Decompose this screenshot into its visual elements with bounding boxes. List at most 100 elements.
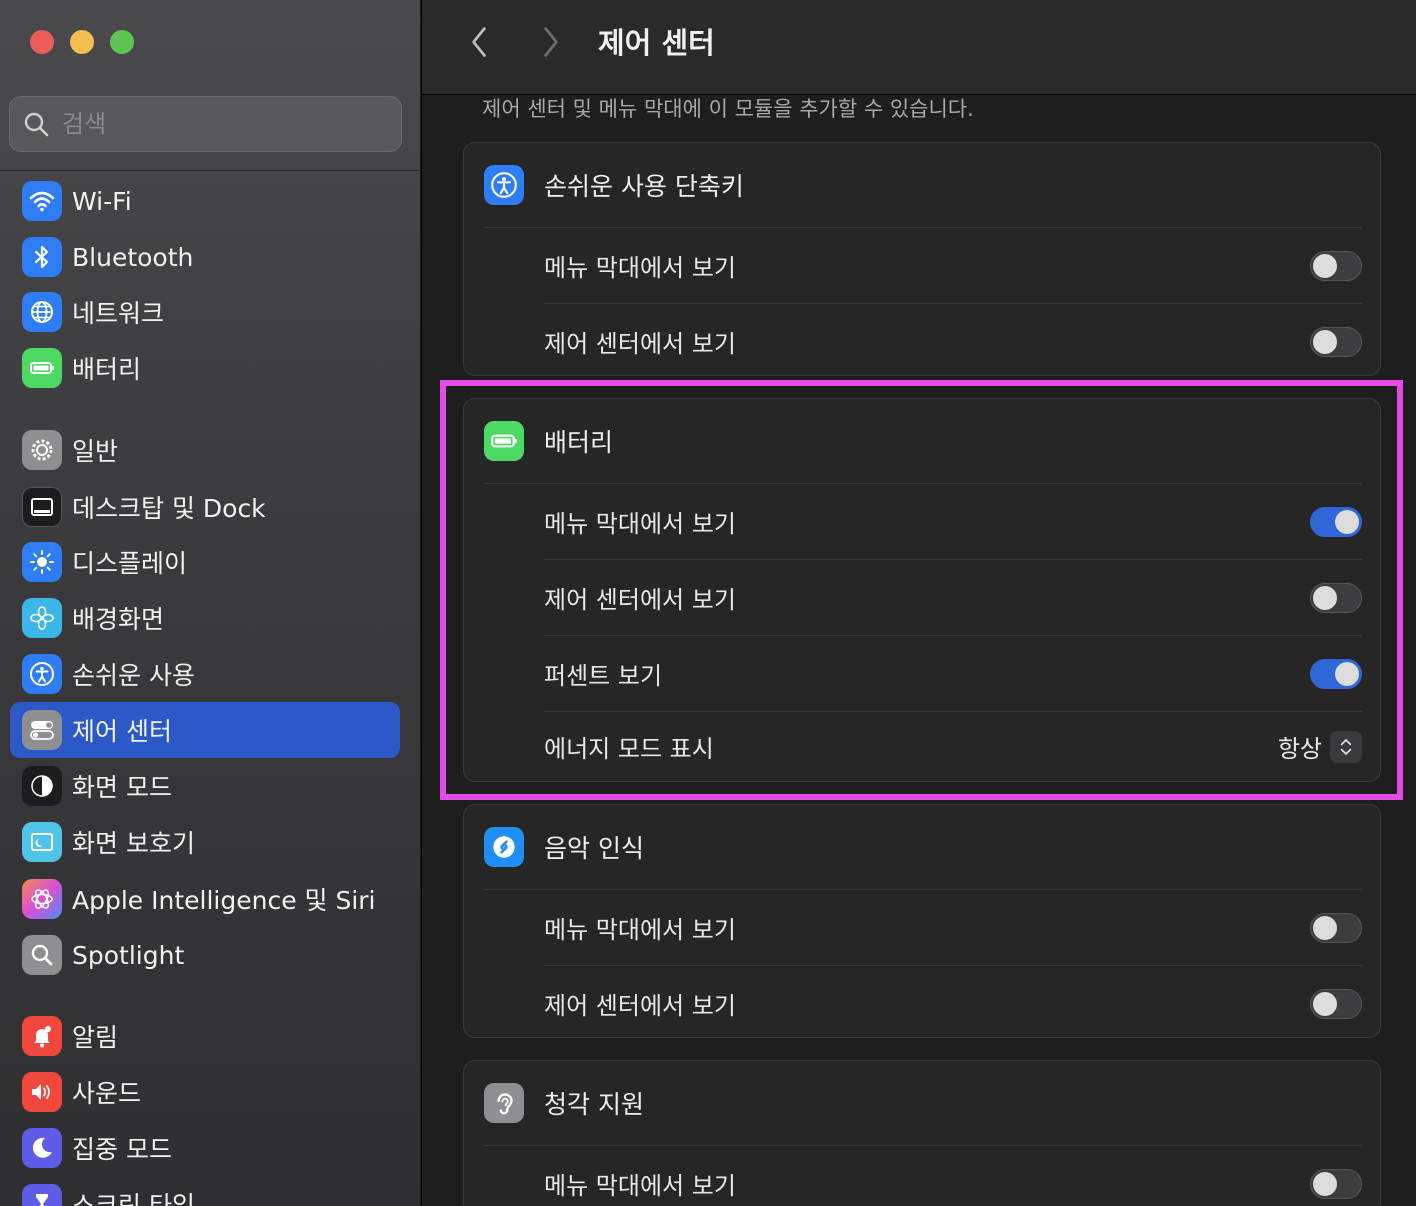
section-description: 제어 센터 및 메뉴 막대에 이 모듈을 추가할 수 있습니다.: [482, 97, 974, 121]
sidebar-item-screen-time[interactable]: 스크린 타임: [10, 1176, 400, 1206]
module-title: 배터리: [544, 428, 614, 457]
setting-row: 퍼센트 보기: [544, 635, 1362, 711]
spotlight-icon: [22, 935, 62, 975]
sidebar-item-label: 데스크탑 및 Dock: [72, 494, 266, 523]
shazam-icon: [484, 827, 524, 867]
dock-icon: [22, 487, 62, 527]
sidebar-item-label: 알림: [72, 1023, 119, 1052]
sidebar-item-display[interactable]: 디스플레이: [10, 534, 400, 590]
show-in-menu-bar-toggle[interactable]: [1310, 250, 1362, 281]
setting-label: 메뉴 막대에서 보기: [544, 1172, 736, 1200]
show-in-control-center-toggle[interactable]: [1310, 326, 1362, 357]
show-percentage-toggle[interactable]: [1310, 658, 1362, 689]
accessibility-icon: [484, 165, 524, 205]
flower-icon: [22, 598, 62, 638]
setting-row: 메뉴 막대에서 보기: [484, 889, 1362, 965]
setting-row: 제어 센터에서 보기: [544, 559, 1362, 635]
module-header: 손쉬운 사용 단축키: [464, 143, 1380, 227]
setting-label: 메뉴 막대에서 보기: [544, 916, 736, 944]
updown-chevron-icon: [1330, 730, 1362, 763]
appearance-icon: [22, 766, 62, 806]
sidebar-item-battery[interactable]: 배터리: [10, 340, 400, 396]
sidebar-item-wallpaper[interactable]: 배경화면: [10, 590, 400, 646]
module-title: 음악 인식: [544, 834, 644, 863]
setting-row: 메뉴 막대에서 보기: [484, 1145, 1362, 1206]
zoom-window-button[interactable]: [110, 30, 134, 54]
main-pane: 제어 센터 제어 센터 및 메뉴 막대에 이 모듈을 추가할 수 있습니다. 손…: [421, 0, 1416, 1206]
show-in-menu-bar-toggle[interactable]: [1310, 1168, 1362, 1199]
sidebar-item-control-center[interactable]: 제어 센터: [10, 702, 400, 758]
module-header: 청각 지원: [464, 1061, 1380, 1145]
sidebar: Wi-Fi Bluetooth 네트워크 배터리 일반 데스크탑 및 Dock: [0, 0, 420, 1206]
battery-icon: [22, 348, 62, 388]
sidebar-item-label: 제어 센터: [72, 717, 172, 746]
sidebar-item-label: 배경화면: [72, 605, 165, 634]
show-in-menu-bar-toggle[interactable]: [1310, 506, 1362, 537]
sidebar-item-screensaver[interactable]: 화면 보호기: [10, 814, 400, 870]
sidebar-item-sound[interactable]: 사운드: [10, 1064, 400, 1120]
sidebar-item-label: 네트워크: [72, 299, 165, 328]
module-title: 손쉬운 사용 단축키: [544, 172, 744, 201]
accessibility-icon: [22, 654, 62, 694]
gear-icon: [22, 430, 62, 470]
search-field[interactable]: [9, 96, 402, 152]
chevron-left-icon: [472, 27, 486, 57]
sidebar-item-bluetooth[interactable]: Bluetooth: [10, 229, 400, 285]
speaker-icon: [22, 1072, 62, 1112]
screensaver-icon: [22, 822, 62, 862]
sidebar-item-label: Apple Intelligence 및 Siri: [72, 886, 376, 915]
sidebar-item-spotlight[interactable]: Spotlight: [10, 927, 400, 983]
sidebar-item-label: Wi-Fi: [72, 186, 132, 216]
sidebar-item-network[interactable]: 네트워크: [10, 284, 400, 340]
sidebar-item-label: 일반: [72, 437, 119, 466]
ear-icon: [484, 1083, 524, 1123]
setting-label: 에너지 모드 표시: [544, 735, 714, 763]
page-title: 제어 센터: [598, 26, 715, 60]
sidebar-item-label: 손쉬운 사용: [72, 661, 195, 690]
sidebar-item-label: 화면 보호기: [72, 829, 195, 858]
sidebar-item-desktop-dock[interactable]: 데스크탑 및 Dock: [10, 479, 400, 535]
minimize-window-button[interactable]: [70, 30, 94, 54]
setting-row: 에너지 모드 표시 항상: [544, 711, 1362, 781]
bell-icon: [22, 1016, 62, 1056]
setting-label: 제어 센터에서 보기: [544, 330, 736, 358]
setting-row: 제어 센터에서 보기: [544, 965, 1362, 1041]
energy-mode-select[interactable]: 항상: [1278, 729, 1362, 764]
setting-row: 메뉴 막대에서 보기: [484, 483, 1362, 559]
sidebar-item-siri[interactable]: Apple Intelligence 및 Siri: [10, 871, 400, 927]
search-icon: [24, 112, 49, 137]
forward-button[interactable]: [534, 22, 568, 62]
sidebar-item-label: 집중 모드: [72, 1135, 172, 1164]
battery-icon: [484, 421, 524, 461]
sidebar-item-notifications[interactable]: 알림: [10, 1008, 400, 1064]
sidebar-item-wifi[interactable]: Wi-Fi: [10, 173, 400, 229]
back-button[interactable]: [462, 22, 496, 62]
module-header: 음악 인식: [464, 805, 1380, 889]
close-window-button[interactable]: [30, 30, 54, 54]
setting-label: 메뉴 막대에서 보기: [544, 510, 736, 538]
setting-label: 제어 센터에서 보기: [544, 586, 736, 614]
sidebar-item-focus[interactable]: 집중 모드: [10, 1120, 400, 1176]
module-card-battery: 배터리 메뉴 막대에서 보기 제어 센터에서 보기 퍼센트 보기 에너지 모드 …: [463, 398, 1381, 782]
sidebar-item-label: 배터리: [72, 355, 142, 384]
moon-icon: [22, 1128, 62, 1168]
setting-row: 제어 센터에서 보기: [544, 303, 1362, 379]
setting-label: 퍼센트 보기: [544, 662, 663, 690]
show-in-control-center-toggle[interactable]: [1310, 582, 1362, 613]
module-header: 배터리: [464, 399, 1380, 483]
sidebar-item-general[interactable]: 일반: [10, 422, 400, 478]
show-in-control-center-toggle[interactable]: [1310, 988, 1362, 1019]
show-in-menu-bar-toggle[interactable]: [1310, 912, 1362, 943]
sidebar-item-appearance[interactable]: 화면 모드: [10, 758, 400, 814]
search-input[interactable]: [62, 110, 382, 138]
sun-icon: [22, 542, 62, 582]
setting-label: 제어 센터에서 보기: [544, 992, 736, 1020]
globe-icon: [22, 292, 62, 332]
sidebar-item-label: Bluetooth: [72, 242, 194, 272]
sidebar-item-accessibility[interactable]: 손쉬운 사용: [10, 646, 400, 702]
sidebar-divider: [0, 170, 420, 171]
sidebar-item-label: 스크린 타임: [72, 1191, 195, 1206]
sidebar-item-label: 사운드: [72, 1079, 142, 1108]
wifi-icon: [22, 181, 62, 221]
module-card-accessibility-shortcuts: 손쉬운 사용 단축키 메뉴 막대에서 보기 제어 센터에서 보기: [463, 142, 1381, 376]
